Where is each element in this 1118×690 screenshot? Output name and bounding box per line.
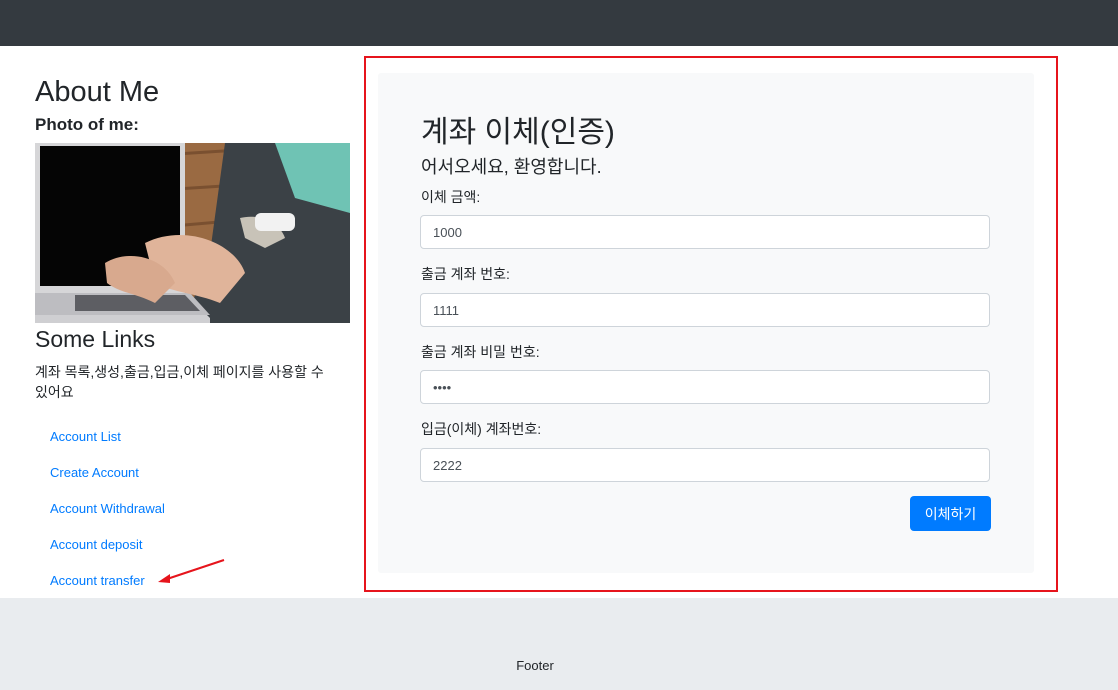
profile-photo (35, 143, 350, 323)
footer: Footer (0, 598, 1118, 690)
password-label: 출금 계좌 비밀 번호: (421, 344, 540, 360)
amount-input[interactable] (420, 215, 990, 249)
red-arrow-annotation (158, 559, 225, 583)
links-description: 계좌 목록,생성,출금,입금,이체 페이지를 사용할 수 있어요 (35, 364, 324, 400)
laptop-photo-illustration (35, 143, 350, 323)
some-links-heading: Some Links (35, 326, 156, 352)
form-subtitle: 어서오세요, 환영합니다. (421, 157, 602, 177)
sidebar: About Me Photo of me: Some Links 계좌 목록,생… (35, 72, 351, 588)
list-item: Account List (50, 428, 165, 464)
transfer-form-panel: 계좌 이체(인증) 어서오세요, 환영합니다. 이체 금액: 출금 계좌 번호:… (378, 73, 1034, 573)
to-account-input[interactable] (420, 448, 990, 482)
create-account-link[interactable]: Create Account (50, 465, 139, 480)
sidebar-link-list: Account List Create Account Account With… (50, 428, 165, 608)
from-account-label: 출금 계좌 번호: (421, 266, 510, 282)
top-navbar (0, 0, 1118, 46)
photo-label: Photo of me: (35, 115, 139, 134)
account-withdrawal-link[interactable]: Account Withdrawal (50, 501, 165, 516)
amount-label: 이체 금액: (421, 189, 481, 205)
list-item: Create Account (50, 464, 165, 500)
from-account-input[interactable] (420, 293, 990, 327)
account-deposit-link[interactable]: Account deposit (50, 537, 143, 552)
to-account-label: 입금(이체) 계좌번호: (421, 421, 542, 437)
about-me-heading: About Me (35, 76, 160, 108)
account-list-link[interactable]: Account List (50, 429, 121, 444)
transfer-submit-button[interactable]: 이체하기 (910, 496, 991, 531)
form-title: 계좌 이체(인증) (421, 116, 615, 149)
list-item: Account deposit (50, 536, 165, 572)
account-transfer-link[interactable]: Account transfer (50, 573, 145, 588)
list-item: Account Withdrawal (50, 500, 165, 536)
password-input[interactable] (420, 370, 990, 404)
footer-text: Footer (516, 658, 554, 673)
